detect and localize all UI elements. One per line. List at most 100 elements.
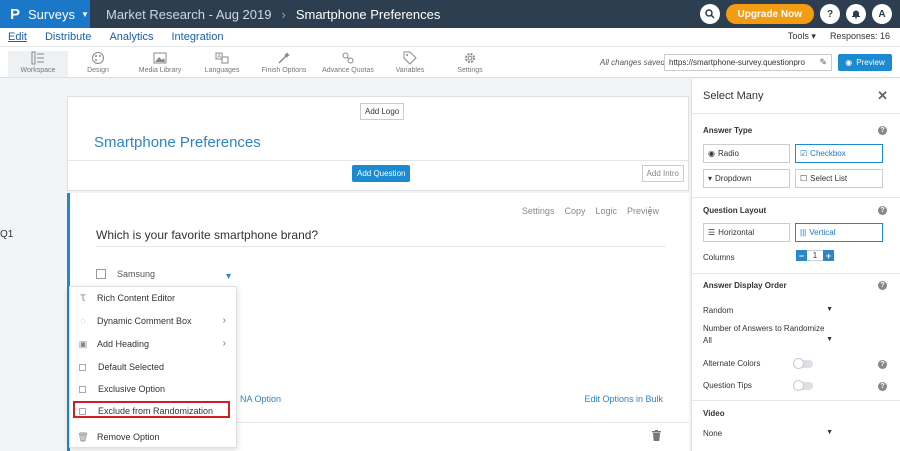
answer-type-label: Select List [810, 174, 848, 183]
add-intro-button[interactable]: Add Intro [641, 165, 684, 182]
avatar[interactable]: A [872, 4, 892, 24]
question-number: Q1 [0, 229, 14, 240]
tool-variables[interactable]: Variables [380, 51, 440, 77]
answer-type-select-list[interactable]: ☐ Select List [795, 169, 883, 188]
pencil-icon[interactable]: ✎ [816, 57, 827, 68]
breadcrumb-current: Smartphone Preferences [295, 6, 441, 22]
caret-down-icon: ▼ [80, 9, 89, 19]
display-order-select[interactable]: Random ▼ [703, 306, 833, 315]
num-randomize-select[interactable]: All ▼ [703, 336, 833, 345]
help-icon[interactable]: ? [878, 360, 887, 369]
menu-item-label: Default Selected [98, 362, 165, 372]
tool-advance-quotas[interactable]: Advance Quotas [316, 51, 380, 77]
text-format-icon: Ꚍ [80, 292, 86, 303]
tool-finish-options[interactable]: Finish Options [252, 51, 316, 77]
menu-item-remove-option[interactable]: 🗑 Remove Option [70, 427, 236, 447]
breadcrumb-folder[interactable]: Market Research - Aug 2019 [106, 7, 271, 22]
menu-edit[interactable]: Edit [8, 31, 27, 43]
divider [96, 246, 666, 247]
survey-url-field[interactable]: https://smartphone-survey.questionpro ✎ [664, 54, 832, 71]
menu-item-label: Exclusive Option [98, 384, 166, 394]
layout-horizontal[interactable]: ☰ Horizontal [703, 223, 790, 242]
chevron-right-icon: › [222, 315, 226, 326]
minus-button[interactable]: − [796, 250, 807, 261]
question-tips-toggle[interactable] [793, 380, 813, 391]
list-icon: ☐ [800, 174, 808, 183]
chevron-right-icon: › [222, 338, 226, 349]
menu-item-rich-content-editor[interactable]: Ꚍ Rich Content Editor [70, 288, 236, 308]
divider [692, 197, 900, 198]
menu-item-add-heading[interactable]: ▣ Add Heading › [70, 334, 236, 354]
menu-item-dynamic-comment-box[interactable]: ◌ Dynamic Comment Box › [70, 311, 236, 331]
alternate-colors-toggle[interactable] [793, 358, 813, 369]
upgrade-button[interactable]: Upgrade Now [725, 4, 814, 24]
tool-label: Media Library [138, 67, 182, 74]
menu-analytics[interactable]: Analytics [109, 31, 153, 43]
help-button[interactable]: ? [820, 4, 840, 24]
tool-design[interactable]: Design [68, 51, 128, 77]
help-icon[interactable]: ? [878, 206, 887, 215]
top-actions: Upgrade Now ? A [699, 4, 892, 24]
top-bar: P Surveys ▼ Market Research - Aug 2019 ›… [0, 0, 900, 28]
columns-value[interactable]: 1 [807, 250, 823, 261]
notifications-button[interactable] [846, 4, 866, 24]
radio-icon: ◉ [708, 149, 715, 158]
question-settings-link[interactable]: Settings [522, 206, 555, 216]
eye-icon: ◉ [845, 58, 853, 67]
answer-option[interactable]: Samsung [96, 269, 155, 279]
question-layout-heading: Question Layout [703, 206, 767, 215]
add-question-button[interactable]: Add Question [352, 165, 411, 182]
question-settings-panel: Select Many ✕ Answer Type ? ◉ Radio ☑ Ch… [691, 79, 900, 451]
checkbox[interactable] [96, 269, 106, 279]
tool-workspace[interactable]: Workspace [8, 51, 68, 77]
columns-stepper: − 1 + [796, 250, 834, 261]
link-icon [342, 52, 354, 64]
close-icon[interactable]: ✕ [877, 88, 888, 104]
product-switcher[interactable]: P Surveys ▼ [0, 0, 90, 28]
answer-type-checkbox[interactable]: ☑ Checkbox [795, 144, 883, 163]
answer-type-radio[interactable]: ◉ Radio [703, 144, 790, 163]
help-icon[interactable]: ? [878, 281, 887, 290]
question-logic-link[interactable]: Logic [595, 206, 617, 216]
question-copy-link[interactable]: Copy [564, 206, 585, 216]
trash-icon[interactable] [652, 430, 661, 444]
preview-button[interactable]: ◉ Preview [838, 54, 892, 71]
search-button[interactable] [699, 4, 720, 24]
question-text[interactable]: Which is your favorite smartphone brand? [96, 228, 318, 242]
plus-button[interactable]: + [823, 250, 834, 261]
layout-vertical[interactable]: ||| Vertical [795, 223, 883, 242]
na-option-link[interactable]: NA Option [240, 394, 281, 404]
add-logo-button[interactable]: Add Logo [360, 103, 405, 120]
tool-media-library[interactable]: Media Library [128, 51, 192, 77]
tool-label: Settings [457, 67, 483, 74]
toggle-knob [793, 380, 804, 391]
answer-type-dropdown[interactable]: ▾ Dropdown [703, 169, 790, 188]
survey-title[interactable]: Smartphone Preferences [94, 134, 261, 151]
caret-down-icon: ▼ [826, 429, 833, 436]
bell-icon [852, 10, 860, 19]
heading-icon: ▣ [78, 338, 88, 349]
menu-integration[interactable]: Integration [171, 31, 223, 43]
edit-options-bulk-link[interactable]: Edit Options in Bulk [584, 394, 663, 404]
menu-item-exclusive-option[interactable]: Exclusive Option [70, 379, 236, 399]
help-icon[interactable]: ? [878, 382, 887, 391]
tool-languages[interactable]: A Languages [192, 51, 252, 77]
menu-item-label: Remove Option [97, 432, 160, 442]
checkbox-checked-icon: ☑ [800, 149, 808, 158]
more-vertical-icon[interactable]: ⋮ [644, 204, 656, 218]
responses-count[interactable]: Responses: 16 [830, 31, 890, 42]
video-heading: Video [703, 409, 725, 418]
tool-label: Languages [204, 67, 240, 74]
image-icon [153, 52, 167, 64]
option-context-menu: Ꚍ Rich Content Editor ◌ Dynamic Comment … [69, 286, 237, 448]
menu-distribute[interactable]: Distribute [45, 31, 91, 43]
chevron-down-icon[interactable]: ▾ [226, 271, 231, 282]
menu-right: Tools ▾ Responses: 16 [788, 31, 890, 42]
tool-label: Workspace [20, 67, 56, 74]
tools-menu[interactable]: Tools ▾ [788, 31, 816, 42]
video-select[interactable]: None ▼ [703, 429, 833, 438]
help-icon[interactable]: ? [878, 126, 887, 135]
menu-item-default-selected[interactable]: Default Selected [70, 357, 236, 377]
tool-settings[interactable]: Settings [440, 51, 500, 77]
gear-icon [465, 53, 475, 63]
